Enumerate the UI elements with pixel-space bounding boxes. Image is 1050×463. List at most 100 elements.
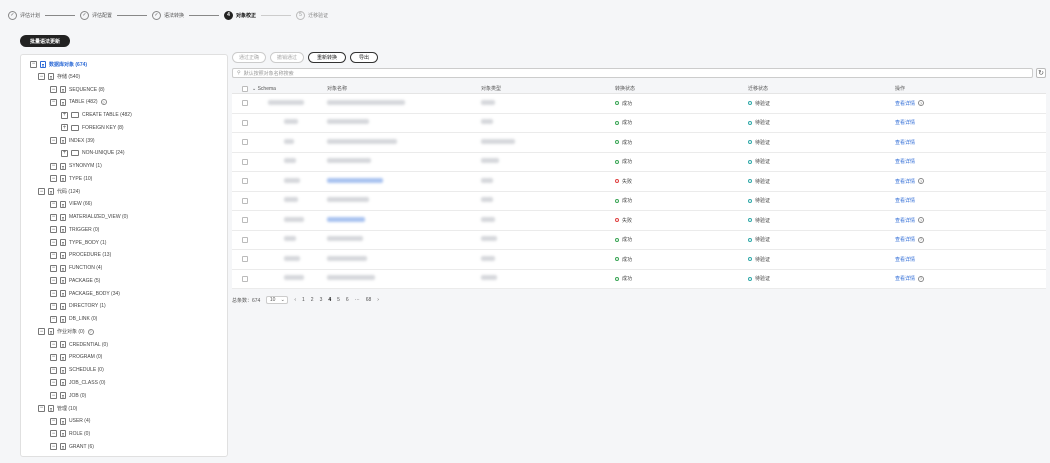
tree-node[interactable]: − 代码 (124) — [38, 187, 80, 197]
view-details-link[interactable]: 查看详情 — [895, 158, 1045, 165]
collapse-icon[interactable]: − — [38, 73, 45, 81]
collapse-icon[interactable]: − — [50, 443, 57, 450]
pass-correct-button[interactable]: 通过正确 — [232, 52, 266, 63]
collapse-icon[interactable]: − — [50, 98, 57, 106]
collapse-icon[interactable]: − — [50, 302, 57, 310]
expand-icon[interactable]: + — [61, 124, 68, 132]
table-row[interactable]: 失败 待验证 查看详情? — [232, 172, 1046, 192]
next-page-icon[interactable]: › — [377, 297, 379, 303]
tree-node[interactable]: − SCHEDULE (0) — [50, 365, 104, 375]
view-details-link[interactable]: 查看详情? — [895, 275, 1045, 282]
collapse-icon[interactable]: − — [50, 264, 57, 272]
help-icon[interactable]: ? — [918, 275, 925, 282]
tree-node[interactable]: − MATERIALIZED_VIEW (0) — [50, 212, 128, 222]
tree-node[interactable]: + FOREIGN KEY (8) — [61, 123, 124, 133]
collapse-icon[interactable]: − — [50, 162, 57, 170]
tree-node[interactable]: − DB_LINK (0) — [50, 314, 97, 324]
collapse-icon[interactable]: − — [50, 175, 57, 183]
help-icon[interactable]: ? — [87, 328, 94, 335]
page-number[interactable]: 5 — [337, 297, 340, 303]
tree-node[interactable]: − TABLE (482)? — [50, 97, 107, 107]
collapse-icon[interactable]: − — [50, 226, 57, 234]
tree-node[interactable]: + CREATE TABLE (482) — [61, 110, 132, 120]
help-icon[interactable]: ? — [918, 236, 925, 243]
view-details-link[interactable]: 查看详情 — [895, 119, 1045, 126]
page-number[interactable]: 3 — [320, 297, 323, 303]
object-name-cell[interactable] — [327, 177, 383, 183]
table-row[interactable]: 成功 待验证 查看详情 — [232, 191, 1046, 211]
page-number[interactable]: 68 — [366, 297, 372, 303]
tree-node[interactable]: − JOB_CLASS (0) — [50, 378, 105, 388]
collapse-icon[interactable]: − — [50, 430, 57, 438]
table-row[interactable]: 成功 待验证 查看详情 — [232, 113, 1046, 133]
collapse-icon[interactable]: − — [50, 353, 57, 361]
view-details-link[interactable]: 查看详情? — [895, 217, 1045, 224]
search-input[interactable]: ⚲ 默认按照对象名称搜索 — [232, 68, 1033, 78]
help-icon[interactable]: ? — [918, 178, 925, 185]
tree-node[interactable]: − PACKAGE_BODY (34) — [50, 289, 120, 299]
tree-node[interactable]: − PROCEDURE (13) — [50, 250, 111, 260]
tree-node[interactable]: − 管理 (10) — [38, 403, 77, 413]
collapse-icon[interactable]: − — [50, 315, 57, 323]
collapse-icon[interactable]: − — [50, 277, 57, 285]
page-number[interactable]: ··· — [355, 297, 360, 303]
tree-node[interactable]: − TYPE_BODY (1) — [50, 238, 106, 248]
page-number[interactable]: 4 — [328, 297, 331, 303]
collapse-icon[interactable]: − — [50, 366, 57, 374]
tree-node[interactable]: − INDEX (39) — [50, 136, 95, 146]
tree-node[interactable]: − 存储 (540) — [38, 72, 80, 82]
tree-node[interactable]: − VIEW (66) — [50, 199, 92, 209]
tree-node[interactable]: − DIRECTORY (1) — [50, 301, 106, 311]
tree-node[interactable]: − SYNONYM (1) — [50, 161, 102, 171]
page-number[interactable]: 1 — [302, 297, 305, 303]
page-size-select[interactable]: 10 ⌄ — [266, 296, 289, 304]
tree-node[interactable]: − 作业对象 (0)? — [38, 327, 94, 337]
view-details-link[interactable]: 查看详情 — [895, 197, 1045, 204]
collapse-icon[interactable]: − — [50, 417, 57, 425]
collapse-icon[interactable]: − — [50, 290, 57, 297]
reconvert-button[interactable]: 重新转换 — [308, 52, 346, 63]
object-name-cell[interactable] — [327, 216, 365, 222]
tree-node[interactable]: − CREDENTIAL (0) — [50, 340, 108, 350]
tree-node[interactable]: − PACKAGE (5) — [50, 276, 100, 286]
tree-node[interactable]: − GRANT (6) — [50, 442, 94, 452]
tree-node[interactable]: − TRIGGER (0) — [50, 225, 99, 235]
collapse-icon[interactable]: − — [50, 341, 57, 348]
collapse-icon[interactable]: − — [38, 188, 45, 195]
page-number[interactable]: 2 — [311, 297, 314, 303]
collapse-icon[interactable]: − — [50, 86, 57, 93]
tree-node[interactable]: − FUNCTION (4) — [50, 263, 102, 273]
tree-node[interactable]: − SEQUENCE (8) — [50, 85, 105, 95]
collapse-icon[interactable]: − — [50, 200, 57, 208]
view-details-link[interactable]: 查看详情? — [895, 100, 1045, 107]
collapse-icon[interactable]: − — [50, 251, 57, 259]
collapse-icon[interactable]: − — [50, 213, 57, 221]
refresh-icon[interactable]: ↻ — [1036, 68, 1046, 78]
export-button[interactable]: 导出 — [350, 52, 378, 63]
collapse-icon[interactable]: − — [50, 379, 57, 387]
table-row[interactable]: 成功 待验证 查看详情 — [232, 152, 1046, 172]
table-row[interactable]: 成功 待验证 查看详情? — [232, 94, 1046, 114]
tree-node[interactable]: − USER (4) — [50, 416, 90, 426]
view-details-link[interactable]: 查看详情 — [895, 256, 1045, 263]
tree-node[interactable]: − TYPE (10) — [50, 174, 92, 184]
expand-icon[interactable]: + — [61, 111, 68, 119]
view-details-link[interactable]: 查看详情? — [895, 236, 1045, 243]
help-icon[interactable]: ? — [918, 217, 925, 224]
collapse-icon[interactable]: − — [30, 60, 37, 68]
table-row[interactable]: 成功 待验证 查看详情? — [232, 230, 1046, 250]
collapse-icon[interactable]: − — [50, 392, 57, 399]
tree-node[interactable]: − 数据库对象 (674) — [30, 59, 87, 69]
table-row[interactable]: 成功 待验证 查看详情? — [232, 269, 1046, 289]
view-details-link[interactable]: 查看详情 — [895, 139, 1045, 146]
collapse-icon[interactable]: − — [50, 137, 57, 144]
tree-node[interactable]: − PROGRAM (0) — [50, 352, 102, 362]
view-details-link[interactable]: 查看详情? — [895, 178, 1045, 185]
page-number[interactable]: 6 — [346, 297, 349, 303]
tree-node[interactable]: + NON-UNIQUE (24) — [61, 148, 125, 158]
collapse-icon[interactable]: − — [38, 404, 45, 412]
prev-page-icon[interactable]: ‹ — [294, 297, 296, 303]
expand-icon[interactable]: + — [61, 149, 68, 157]
help-icon[interactable]: ? — [918, 100, 925, 107]
collapse-icon[interactable]: − — [50, 239, 57, 246]
